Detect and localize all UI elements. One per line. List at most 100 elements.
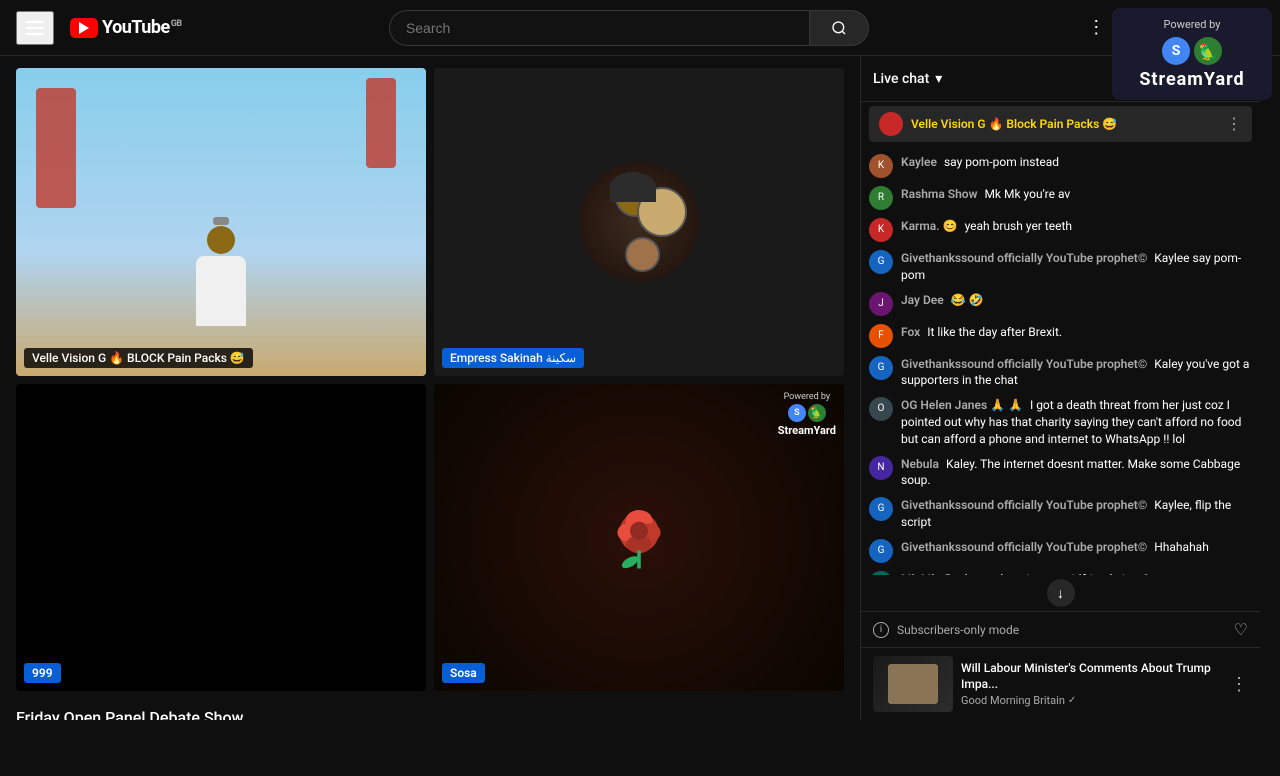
chat-footer: i Subscribers-only mode ♡ (861, 611, 1260, 647)
chat-content: Kaylee say pom-pom instead (901, 154, 1252, 171)
sy-cell-bird: 🦜 (808, 404, 826, 422)
streamyard-icons: S 🦜 (1128, 37, 1256, 65)
chat-text: Kaley. The internet doesnt matter. Make … (901, 457, 1240, 488)
chat-avatar: G (869, 539, 893, 563)
rec-thumbnail (873, 656, 953, 712)
chat-content: Givethankssound officially YouTube proph… (901, 250, 1252, 284)
chat-message: O OG Helen Janes 🙏 🙏 I got a death threa… (869, 393, 1252, 451)
scroll-down-container: ↓ (861, 575, 1260, 611)
chat-content: Fox It like the day after Brexit. (901, 324, 1252, 341)
scroll-down-button[interactable]: ↓ (1047, 579, 1075, 607)
main-container: Velle Vision G 🔥 BLOCK Pain Packs 😅 (0, 56, 1280, 720)
rec-title: Will Labour Minister's Comments About Tr… (961, 661, 1222, 692)
melanin-cell[interactable]: melanin 999 (16, 384, 426, 692)
empress-label: Empress Sakinah سكينة (442, 348, 584, 368)
chat-avatar: N (869, 456, 893, 480)
chat-username: Givethankssound officially YouTube proph… (901, 251, 1147, 265)
chat-message: G Givethankssound officially YouTube pro… (869, 352, 1252, 394)
chat-avatar: F (869, 324, 893, 348)
cap-brim (213, 217, 229, 225)
youtube-text: YouTubeGB (102, 17, 182, 38)
chat-text: yeah brush yer teeth (965, 219, 1072, 233)
youtube-logo[interactable]: YouTubeGB (70, 17, 182, 38)
chat-username: Fox (901, 325, 920, 339)
search-bar (222, 10, 1037, 46)
chat-messages[interactable]: K Kaylee say pom-pom instead R Rashma Sh… (861, 146, 1260, 575)
heart-icon[interactable]: ♡ (1234, 620, 1248, 639)
person (196, 217, 246, 326)
sy-cell-s: S (788, 404, 806, 422)
ride-pole-2 (366, 78, 396, 168)
chat-avatar: K (869, 154, 893, 178)
search-container (389, 10, 869, 46)
avatar-face-3 (625, 237, 660, 272)
chat-text: Mk Mk you're av (984, 187, 1070, 201)
chat-text: Hhahahah (1154, 540, 1209, 554)
chat-username: OG Helen Janes 🙏 🙏 (901, 398, 1023, 412)
search-icon (831, 20, 847, 36)
chat-username: Kaylee (901, 155, 937, 169)
chat-message: G Givethankssound officially YouTube pro… (869, 493, 1252, 535)
dots-menu-button[interactable]: ⋮ (1076, 8, 1116, 48)
sosa-cell[interactable]: Powered by S 🦜 StreamYard Sosa (434, 384, 844, 692)
streamyard-widget: Powered by S 🦜 StreamYard (1112, 8, 1272, 100)
rec-thumb-face (888, 664, 938, 704)
chat-content: Rashma Show Mk Mk you're av (901, 186, 1252, 203)
chat-username: Karma. 😊 (901, 219, 958, 233)
streamyard-s-icon: S (1162, 37, 1190, 65)
chat-message: K Karma. 😊 yeah brush yer teeth (869, 214, 1252, 246)
empress-avatar (579, 162, 699, 282)
empress-cell[interactable]: Empress Sakinah سكينة (434, 68, 844, 376)
video-info: Friday Open Panel Debate Show 🔥 Velle Vi… (16, 703, 844, 720)
chat-message: G Givethankssound officially YouTube pro… (869, 246, 1252, 288)
pinned-user: Velle Vision G 🔥 Block Pain Packs 😅 (911, 117, 1117, 131)
sy-cell-powered: Powered by (778, 392, 836, 402)
chat-message: G Givethankssound officially YouTube pro… (869, 535, 1252, 567)
video-grid: Velle Vision G 🔥 BLOCK Pain Packs 😅 (16, 68, 844, 691)
chat-avatar: G (869, 497, 893, 521)
chat-chevron: ▾ (935, 71, 942, 87)
sosa-badge: Sosa (442, 663, 485, 683)
melanin-badge: 999 (24, 663, 61, 683)
rec-more-button[interactable]: ⋮ (1230, 674, 1248, 695)
pinned-avatar (879, 112, 903, 136)
chat-avatar: J (869, 292, 893, 316)
chat-text: say pom-pom instead (944, 155, 1059, 169)
chat-avatar: G (869, 356, 893, 380)
pinned-text: Velle Vision G 🔥 Block Pain Packs 😅 (911, 117, 1218, 131)
chat-content: Karma. 😊 yeah brush yer teeth (901, 218, 1252, 235)
person-head (207, 226, 235, 254)
pinned-more-button[interactable]: ⋮ (1226, 114, 1242, 134)
chat-username: Givethankssound officially YouTube proph… (901, 498, 1147, 512)
streamyard-logo-text: StreamYard (1128, 69, 1256, 90)
subscribers-mode-text: Subscribers-only mode (897, 623, 1019, 637)
recommendation-item[interactable]: Will Labour Minister's Comments About Tr… (861, 647, 1260, 720)
chat-message: J Jay Dee 😂 🤣 (869, 288, 1252, 320)
chat-message: F Fox It like the day after Brexit. (869, 320, 1252, 352)
verified-icon: ✓ (1068, 695, 1076, 706)
chat-content: Givethankssound officially YouTube proph… (901, 356, 1252, 390)
pinned-message: Velle Vision G 🔥 Block Pain Packs 😅 ⋮ (869, 106, 1252, 142)
hamburger-menu[interactable] (16, 11, 54, 45)
chat-title-button[interactable]: Live chat ▾ (873, 71, 942, 87)
search-button[interactable] (809, 10, 869, 46)
chat-content: Jay Dee 😂 🤣 (901, 292, 1252, 309)
chat-title-text: Live chat (873, 71, 929, 87)
ride-pole (36, 88, 76, 208)
video-title: Friday Open Panel Debate Show (16, 707, 844, 720)
chat-avatar: O (869, 397, 893, 421)
video-cell-main[interactable]: Velle Vision G 🔥 BLOCK Pain Packs 😅 (16, 68, 426, 376)
chat-content: Nebula Kaley. The internet doesnt matter… (901, 456, 1252, 490)
subscribers-mode-row: i Subscribers-only mode ♡ (873, 620, 1248, 639)
chat-message: M Mk Mk Rashma where is your girlfriend … (869, 567, 1252, 575)
chat-avatar: K (869, 218, 893, 242)
chat-message: N Nebula Kaley. The internet doesnt matt… (869, 452, 1252, 494)
chat-text: It like the day after Brexit. (927, 325, 1062, 339)
chat-username: Rashma Show (901, 187, 977, 201)
chat-avatar: R (869, 186, 893, 210)
search-input[interactable] (389, 10, 809, 46)
chat-content: Givethankssound officially YouTube proph… (901, 539, 1252, 556)
chat-message: R Rashma Show Mk Mk you're av (869, 182, 1252, 214)
streamyard-powered-text: Powered by (1128, 18, 1256, 31)
main-video-label: Velle Vision G 🔥 BLOCK Pain Packs 😅 (24, 348, 253, 368)
